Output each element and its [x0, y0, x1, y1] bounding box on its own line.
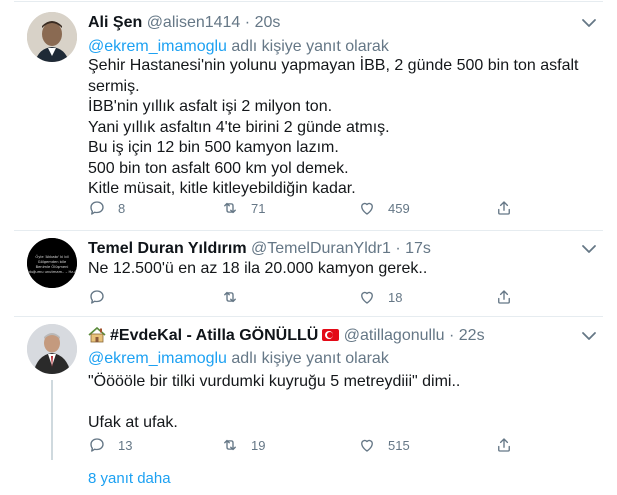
share-icon — [498, 438, 510, 452]
author-handle[interactable]: @atillagonullu — [344, 327, 445, 344]
replying-to: @ekrem_imamoglu adlı kişiye yanıt olarak — [88, 349, 389, 369]
like-count: 515 — [388, 437, 410, 453]
tweet-header: #EvdeKal - Atilla GÖNÜLLÜ @atillagonullu… — [88, 326, 485, 349]
tweet-text: "Ööööle bir tilki vurdumki kuyruğu 5 met… — [88, 372, 588, 434]
retweet-icon — [224, 439, 236, 451]
thread-connector — [51, 380, 53, 460]
reply-icon — [90, 438, 104, 452]
tweet-line: "Ööööle bir tilki vurdumki kuyruğu 5 met… — [88, 373, 461, 390]
retweet-button[interactable]: 19 — [221, 434, 265, 456]
reply-feed: Ali Şen @alisen1414 · 20s @ekrem_imamogl… — [0, 0, 617, 495]
mention-link[interactable]: @ekrem_imamoglu — [88, 350, 227, 367]
turkey-flag-icon — [322, 329, 340, 341]
retweet-count: 19 — [251, 437, 266, 453]
timestamp[interactable]: 22s — [459, 327, 485, 344]
separator-dot: · — [448, 327, 455, 344]
tweet-actions: 13 19 515 — [88, 434, 518, 456]
tweet-atilla-gonullu[interactable]: #EvdeKal - Atilla GÖNÜLLÜ @atillagonullu… — [0, 0, 617, 495]
author-name[interactable]: #EvdeKal - Atilla GÖNÜLLÜ — [110, 327, 318, 344]
reply-count: 13 — [118, 437, 133, 453]
chevron-down-icon — [582, 332, 596, 340]
tweet-line — [88, 393, 588, 414]
share-button[interactable] — [495, 434, 513, 456]
heart-icon — [361, 439, 373, 452]
more-options-button[interactable] — [579, 328, 599, 344]
show-more-replies-link[interactable]: 8 yanıt daha — [88, 470, 171, 487]
like-button[interactable]: 515 — [358, 434, 410, 456]
reply-button[interactable]: 13 — [88, 434, 132, 456]
avatar[interactable] — [27, 324, 77, 374]
replying-to-label: adlı kişiye yanıt olarak — [231, 350, 389, 367]
tweet-line: Ufak at ufak. — [88, 414, 178, 431]
house-icon — [88, 326, 106, 349]
